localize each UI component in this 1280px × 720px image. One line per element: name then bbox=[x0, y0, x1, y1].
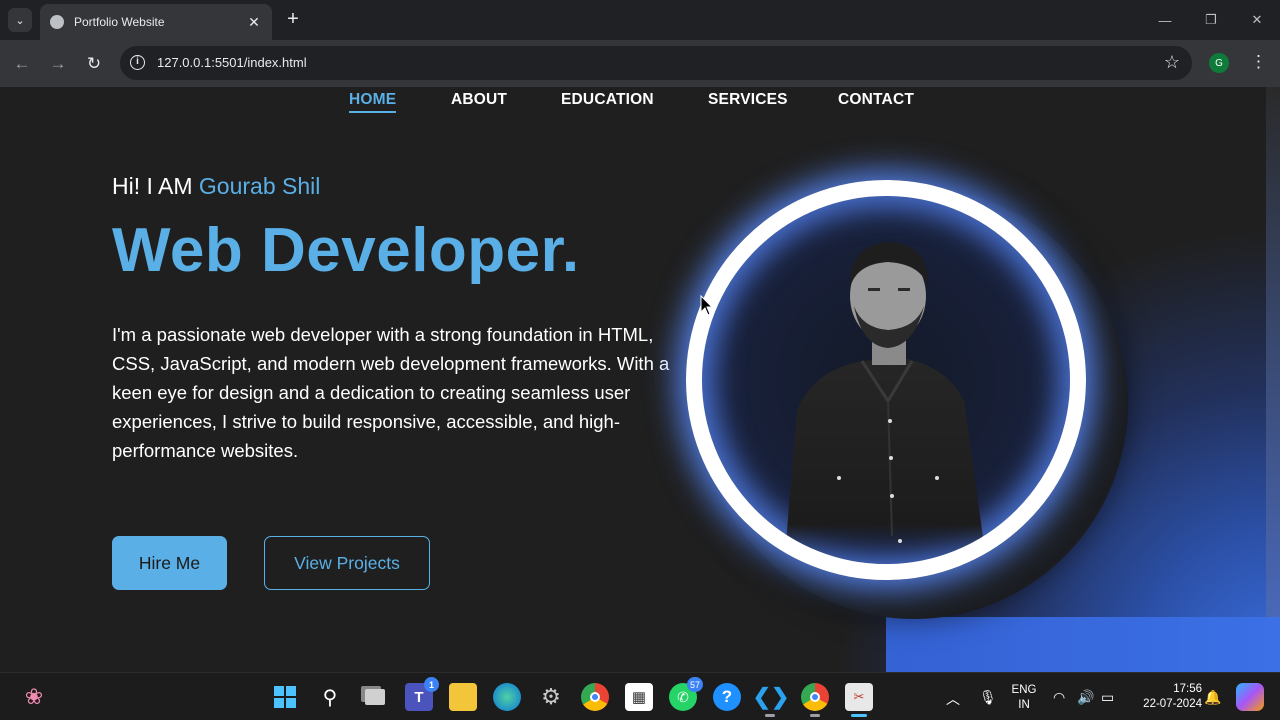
chevron-down-icon: ⌄ bbox=[15, 14, 25, 27]
nav-about[interactable]: ABOUT bbox=[451, 91, 507, 109]
tab-search-button[interactable]: ⌄ bbox=[8, 8, 32, 32]
browser-tab-bar: ⌄ Portfolio Website ✕ + — ❐ ✕ bbox=[0, 0, 1280, 40]
hero-headline: Web Developer. bbox=[112, 216, 580, 285]
chrome-profile-icon[interactable] bbox=[801, 683, 829, 711]
site-nav: HOME ABOUT EDUCATION SERVICES CONTACT bbox=[0, 91, 1280, 115]
snipping-tool-icon[interactable]: ✂ bbox=[845, 683, 873, 711]
globe-icon bbox=[50, 15, 64, 29]
back-button[interactable]: ← bbox=[9, 51, 35, 77]
reload-button[interactable]: ↻ bbox=[81, 51, 107, 77]
microsoft-store-icon[interactable]: ▦ bbox=[625, 683, 653, 711]
nav-education[interactable]: EDUCATION bbox=[561, 91, 654, 109]
address-bar[interactable]: i 127.0.0.1:5501/index.html ☆ bbox=[120, 46, 1192, 80]
battery-icon[interactable]: ▭ bbox=[1101, 689, 1114, 706]
hero-bio: I'm a passionate web developer with a st… bbox=[112, 324, 670, 461]
region-code: IN bbox=[1018, 699, 1030, 711]
chrome-running-indicator bbox=[810, 714, 820, 717]
greeting-prefix: Hi! I AM bbox=[112, 173, 193, 199]
avatar-ring bbox=[686, 180, 1086, 580]
nav-contact[interactable]: CONTACT bbox=[838, 91, 914, 109]
developer-name: Gourab Shil bbox=[198, 173, 321, 199]
settings-gear-icon[interactable]: ⚙ bbox=[537, 683, 565, 711]
mouse-cursor-icon bbox=[700, 295, 714, 316]
nav-home[interactable]: HOME bbox=[349, 91, 397, 113]
edge-icon[interactable] bbox=[493, 683, 521, 711]
whatsapp-badge: 57 bbox=[686, 677, 703, 692]
view-projects-button[interactable]: View Projects bbox=[264, 536, 430, 590]
browser-toolbar: ← → ↻ i 127.0.0.1:5501/index.html ☆ G ⋮ bbox=[0, 40, 1280, 87]
tab-title: Portfolio Website bbox=[74, 15, 165, 29]
profile-photo bbox=[784, 242, 987, 564]
start-button[interactable] bbox=[271, 683, 299, 711]
copilot-icon[interactable] bbox=[1236, 683, 1264, 711]
nav-services[interactable]: SERVICES bbox=[708, 91, 788, 109]
teams-badge: 1 bbox=[424, 677, 439, 692]
forward-button[interactable]: → bbox=[45, 51, 71, 77]
task-view-icon[interactable] bbox=[361, 683, 389, 711]
hero-greeting: Hi! I AM Gourab Shil bbox=[112, 173, 320, 200]
clock[interactable]: 17:56 22-07-2024 bbox=[1132, 682, 1202, 712]
url-text: 127.0.0.1:5501/index.html bbox=[157, 55, 307, 70]
hire-me-button[interactable]: Hire Me bbox=[112, 536, 227, 590]
widgets-icon[interactable]: ❀ bbox=[20, 683, 48, 711]
clock-date: 22-07-2024 bbox=[1143, 698, 1202, 710]
language-code: ENG bbox=[1011, 684, 1037, 696]
browser-tab[interactable]: Portfolio Website ✕ bbox=[40, 4, 272, 40]
browser-menu-icon[interactable]: ⋮ bbox=[1250, 52, 1267, 74]
snipping-active-indicator bbox=[851, 714, 867, 717]
whatsapp-icon[interactable]: ✆ 57 bbox=[669, 677, 703, 711]
close-window-button[interactable]: ✕ bbox=[1234, 0, 1280, 40]
bookmark-star-icon[interactable]: ☆ bbox=[1164, 52, 1180, 73]
windows-taskbar: ❀ ⚲ T 1 ⚙ ▦ ✆ 57 ? ❮❯ ✂ ︿ 🎙 ENG IN ◠ 🔊 ▭… bbox=[0, 672, 1280, 720]
teams-icon[interactable]: T 1 bbox=[405, 677, 439, 711]
portfolio-page: HOME ABOUT EDUCATION SERVICES CONTACT Hi… bbox=[0, 87, 1280, 672]
microphone-icon[interactable]: 🎙 bbox=[979, 689, 997, 706]
search-icon[interactable]: ⚲ bbox=[316, 683, 344, 711]
restore-button[interactable]: ❐ bbox=[1188, 0, 1234, 40]
file-explorer-icon[interactable] bbox=[449, 683, 477, 711]
help-icon[interactable]: ? bbox=[713, 683, 741, 711]
background-side-strip bbox=[1266, 87, 1280, 672]
chevron-up-icon[interactable]: ︿ bbox=[946, 689, 960, 709]
chrome-icon[interactable] bbox=[581, 683, 609, 711]
wifi-icon[interactable]: ◠ bbox=[1053, 689, 1065, 706]
background-corner-block bbox=[886, 617, 1280, 672]
new-tab-button[interactable]: + bbox=[282, 8, 304, 32]
language-indicator[interactable]: ENG IN bbox=[1008, 683, 1040, 713]
notification-bell-icon[interactable]: 🔔 bbox=[1204, 689, 1221, 706]
volume-icon[interactable]: 🔊 bbox=[1077, 689, 1094, 706]
close-tab-icon[interactable]: ✕ bbox=[246, 14, 262, 31]
windows-logo-icon bbox=[274, 686, 296, 708]
clock-time: 17:56 bbox=[1173, 683, 1202, 695]
vscode-running-indicator bbox=[765, 714, 775, 717]
profile-avatar[interactable]: G bbox=[1209, 53, 1229, 73]
site-info-icon[interactable]: i bbox=[130, 55, 145, 70]
minimize-button[interactable]: — bbox=[1142, 0, 1188, 40]
vscode-icon[interactable]: ❮❯ bbox=[753, 683, 790, 711]
